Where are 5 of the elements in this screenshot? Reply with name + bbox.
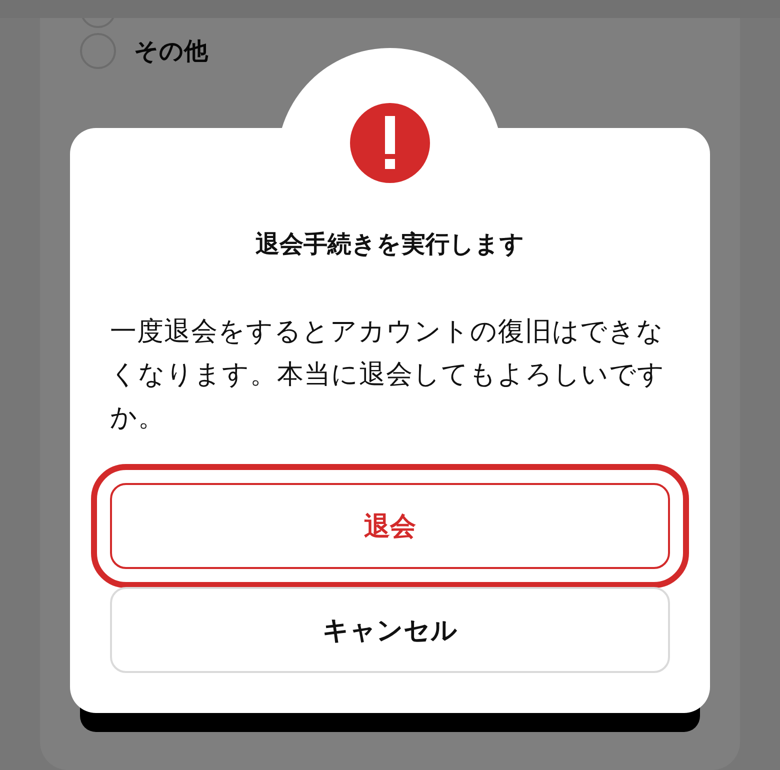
cancel-button[interactable]: キャンセル [110, 587, 670, 673]
dialog-message: 一度退会をするとアカウントの復旧はできなくなります。本当に退会してもよろしいですか。 [110, 315, 666, 435]
dialog-title: 退会手続きを実行します [256, 229, 524, 260]
option-label: その他 [134, 36, 208, 67]
alert-icon [350, 103, 430, 183]
